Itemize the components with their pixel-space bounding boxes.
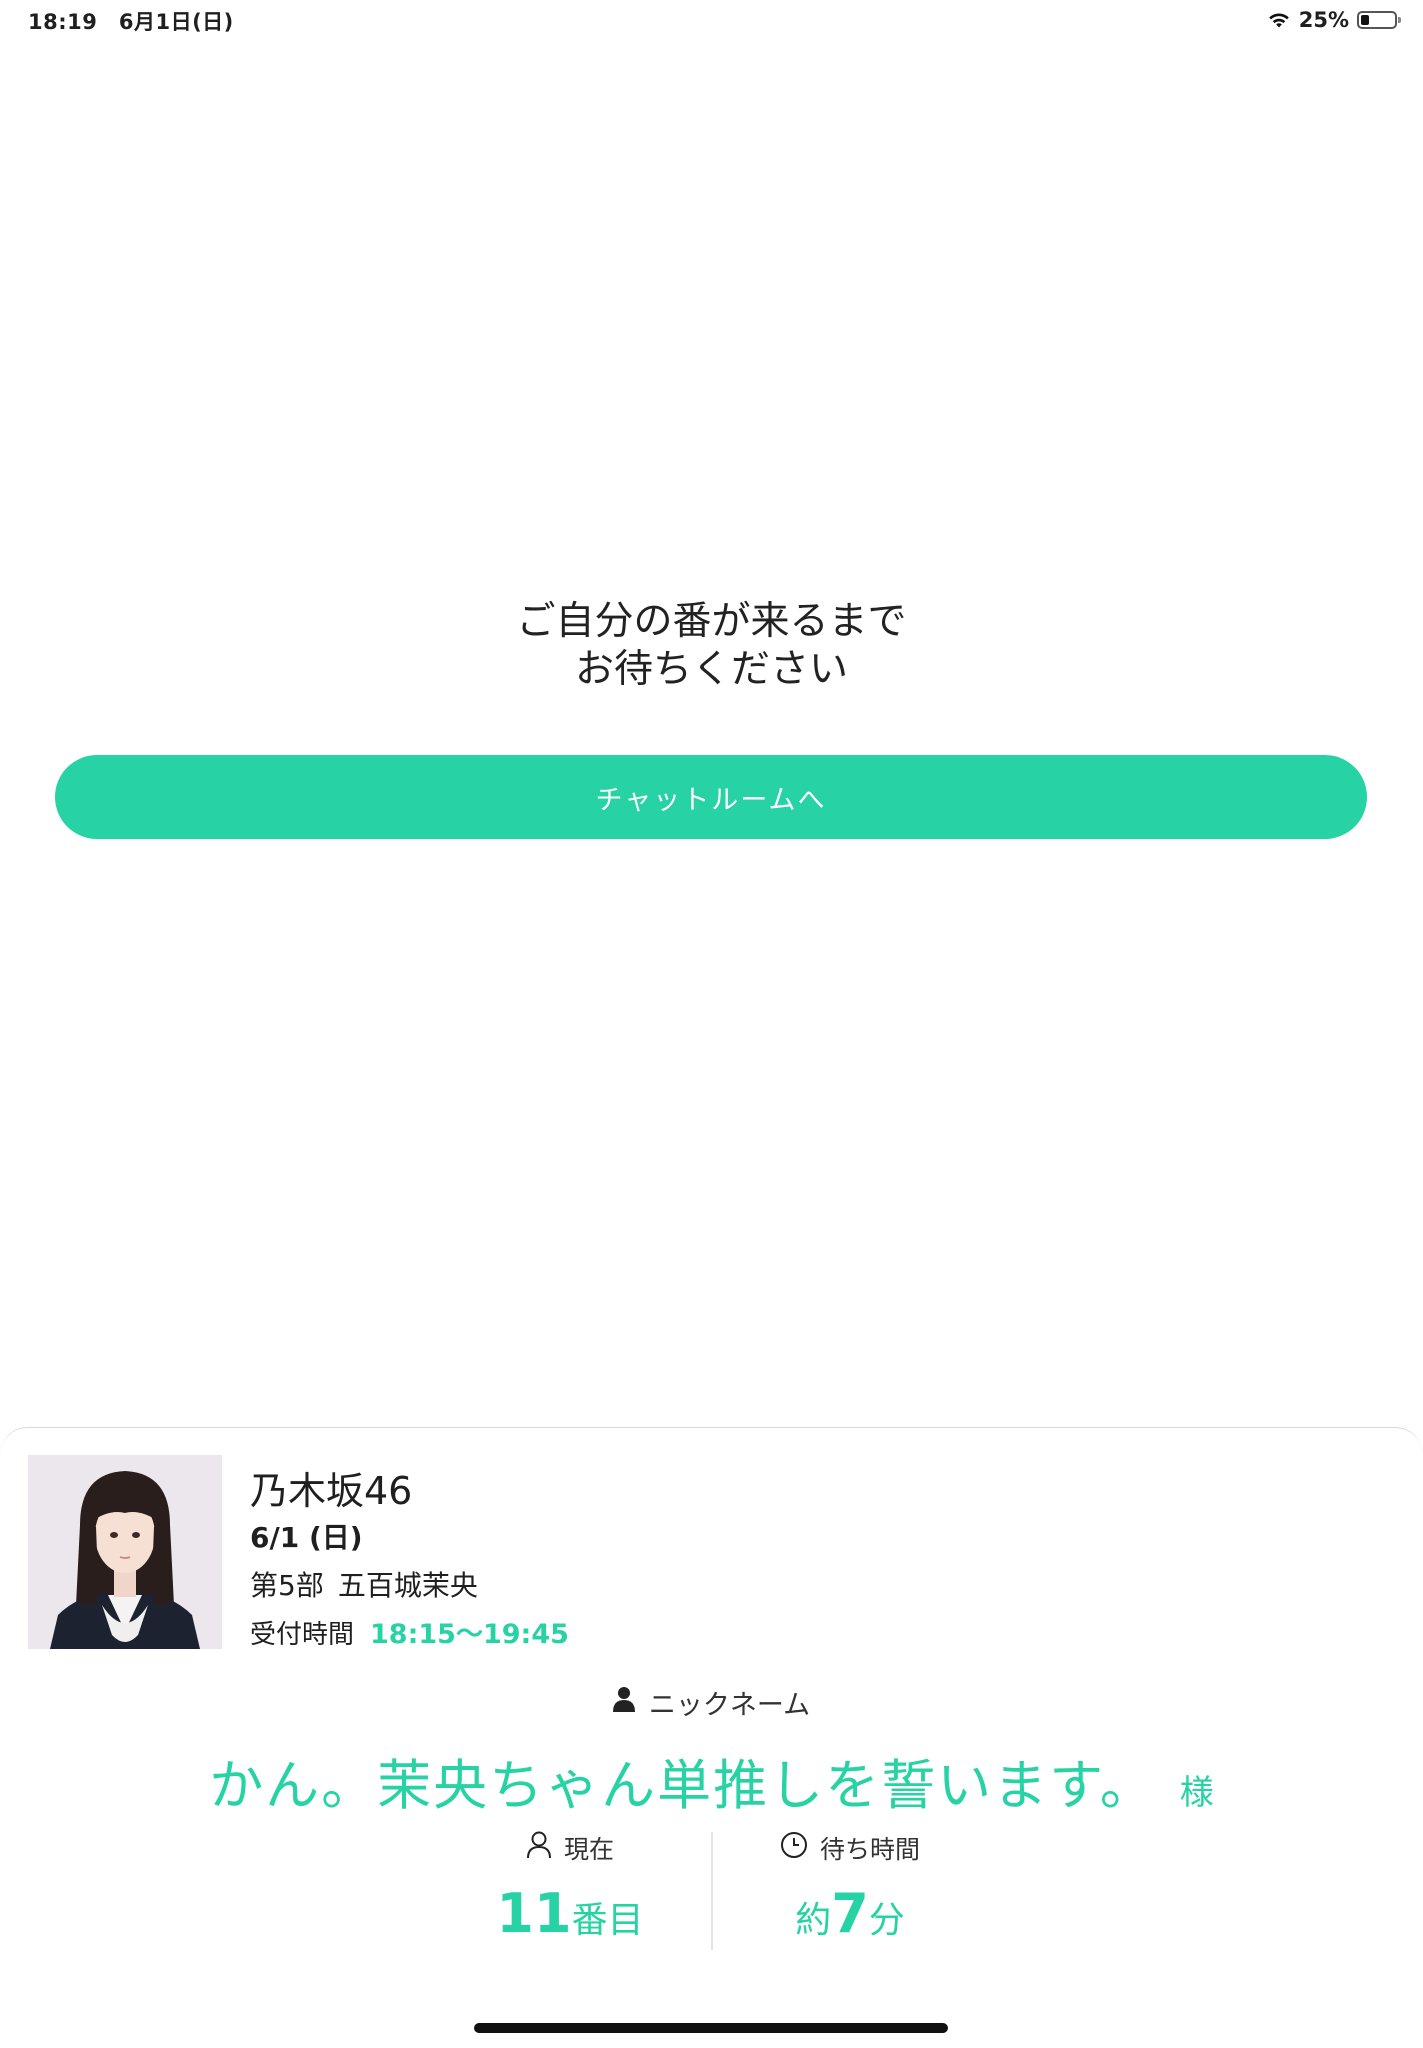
member-photo	[28, 1455, 222, 1649]
chat-room-button[interactable]: チャットルームへ	[55, 755, 1367, 839]
reception-time: 18:15〜19:45	[370, 1619, 569, 1650]
wait-label: 待ち時間	[819, 1835, 920, 1864]
session-part: 第5部	[250, 1569, 324, 1602]
reception-label: 受付時間	[250, 1620, 355, 1650]
status-bar: 18:19 6月1日(日) 25%	[0, 0, 1423, 44]
wait-prefix: 約	[795, 1900, 832, 1941]
nickname-value: かん。茉央ちゃん単推しを誓います。	[209, 1754, 1156, 1817]
status-indicators: 25%	[1267, 6, 1401, 34]
wait-message-line2: お待ちください	[574, 647, 848, 692]
person-icon	[612, 1686, 635, 1719]
wait-message-line1: ご自分の番が来るまで	[516, 599, 907, 644]
member-name: 五百城茉央	[337, 1569, 478, 1602]
nickname-suffix: 様	[1179, 1773, 1214, 1813]
session-row: 第5部 五百城茉央	[250, 1564, 492, 1604]
reception-row: 受付時間 18:15〜19:45	[250, 1612, 569, 1651]
nickname-row: かん。茉央ちゃん単推しを誓います。様	[0, 1741, 1423, 1820]
person-outline-icon	[526, 1831, 552, 1865]
status-time: 18:19 6月1日(日)	[28, 10, 234, 34]
wait-unit: 分	[868, 1900, 905, 1941]
current-position: 現在 11番目	[420, 1828, 720, 1945]
battery-icon	[1357, 11, 1401, 29]
wait-number: 7	[831, 1882, 869, 1945]
current-number: 11	[496, 1882, 572, 1945]
wait-message: ご自分の番が来るまで お待ちください	[0, 598, 1423, 694]
home-indicator[interactable]	[474, 2023, 948, 2033]
group-name: 乃木坂46	[250, 1469, 413, 1513]
reservation-card: 乃木坂46 6/1 (日) 第5部 五百城茉央 受付時間 18:15〜19:45 ニ…	[0, 1427, 1423, 2048]
wait-time: 待ち時間 約7分	[700, 1828, 1000, 1945]
nickname-label-row: ニックネーム	[0, 1683, 1423, 1722]
queue-stats: 現在 11番目 待ち時間 約7分	[0, 1828, 1423, 1968]
current-label: 現在	[563, 1835, 614, 1864]
current-unit: 番目	[571, 1900, 644, 1941]
clock-icon	[780, 1831, 808, 1865]
nickname-label: ニックネーム	[648, 1690, 811, 1721]
wifi-icon	[1267, 11, 1291, 29]
event-date: 6/1 (日)	[250, 1521, 363, 1554]
battery-percent: 25%	[1298, 8, 1349, 32]
